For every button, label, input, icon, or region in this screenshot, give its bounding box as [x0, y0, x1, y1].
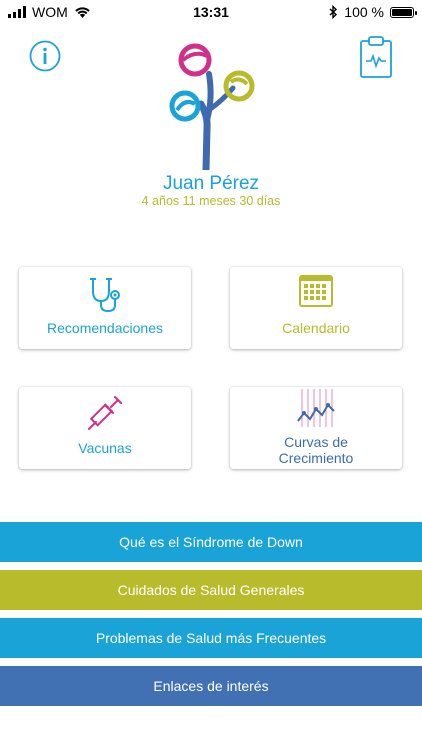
card-recomendaciones[interactable]: Recomendaciones — [19, 267, 191, 349]
profile-age: 4 años 11 meses 30 días — [141, 194, 281, 208]
status-bar: WOM 13:31 100 % — [0, 0, 422, 24]
menu-cuidados-salud[interactable]: Cuidados de Salud Generales — [0, 570, 422, 610]
growth-chart-icon — [230, 389, 402, 429]
card-calendario[interactable]: Calendario — [230, 267, 402, 349]
info-icon — [29, 40, 61, 72]
card-vacunas[interactable]: Vacunas — [19, 387, 191, 469]
card-label-curvas: Curvas de Crecimiento — [278, 434, 354, 466]
card-label-recomendaciones: Recomendaciones — [47, 320, 163, 336]
card-curvas[interactable]: Curvas de Crecimiento — [230, 387, 402, 469]
battery-fill — [392, 8, 412, 16]
battery-percent: 100 % — [344, 4, 384, 20]
clipboard-pulse-icon — [360, 36, 392, 78]
card-label-vacunas: Vacunas — [78, 440, 132, 456]
syringe-icon — [19, 393, 191, 433]
menu-enlaces[interactable]: Enlaces de interés — [0, 666, 422, 706]
menu-sindrome-down[interactable]: Qué es el Síndrome de Down — [0, 522, 422, 562]
card-label-calendario: Calendario — [282, 320, 350, 336]
stethoscope-icon — [19, 275, 191, 315]
battery-icon — [390, 6, 417, 18]
status-right: 100 % — [329, 4, 417, 20]
info-button[interactable] — [29, 40, 61, 72]
app-logo — [161, 38, 263, 174]
clipboard-report-button[interactable] — [359, 35, 393, 79]
calendar-icon — [230, 272, 402, 308]
profile-name: Juan Pérez — [162, 173, 260, 194]
menu-problemas-salud[interactable]: Problemas de Salud más Frecuentes — [0, 618, 422, 658]
bluetooth-icon — [329, 5, 338, 19]
